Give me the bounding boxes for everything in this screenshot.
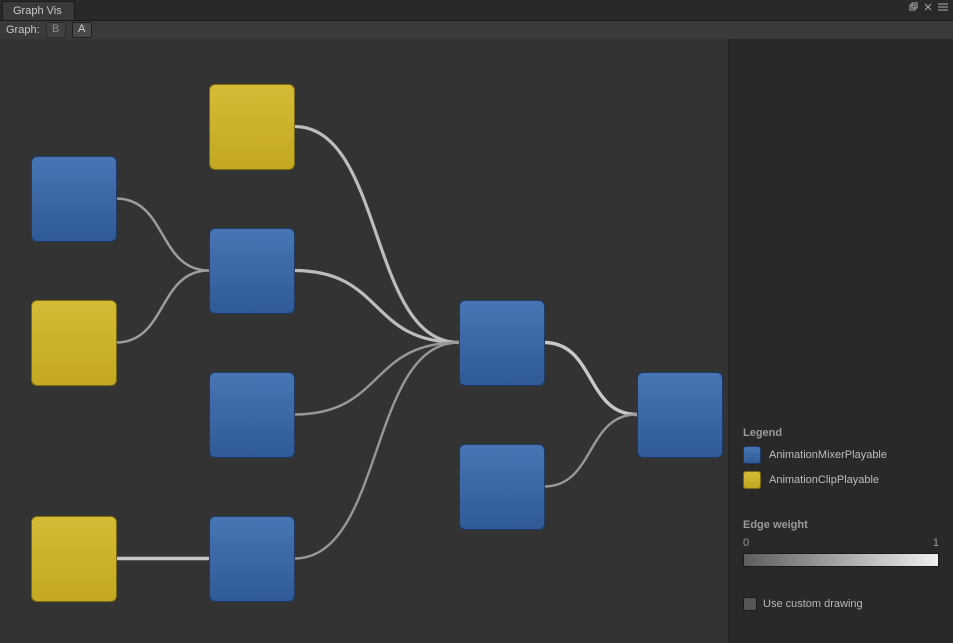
window-controls: [909, 2, 949, 12]
side-panel: Legend AnimationMixerPlayable AnimationC…: [729, 39, 953, 643]
legend-label-clip: AnimationClipPlayable: [769, 474, 879, 486]
graph-node[interactable]: [31, 156, 117, 242]
graph-node[interactable]: [31, 300, 117, 386]
legend-row-clip: AnimationClipPlayable: [743, 471, 939, 489]
graph-select-b-button[interactable]: B: [46, 22, 66, 38]
legend-swatch-blue: [743, 446, 761, 464]
detach-icon[interactable]: [909, 2, 919, 12]
use-custom-drawing-row: Use custom drawing: [743, 597, 939, 611]
legend-title: Legend: [743, 427, 939, 439]
graph-select-a-button[interactable]: A: [72, 22, 92, 38]
graph-vis-window: Graph Vis Graph: B A Legend Animati: [0, 0, 953, 643]
graph-edge: [294, 343, 459, 559]
edge-weight-labels: 0 1: [743, 537, 939, 549]
menu-icon[interactable]: [937, 2, 949, 12]
legend-swatch-yellow: [743, 471, 761, 489]
graph-edge: [116, 271, 209, 343]
tab-bar: Graph Vis: [0, 0, 953, 20]
toolbar-label: Graph:: [6, 24, 40, 36]
graph-node[interactable]: [637, 372, 723, 458]
use-custom-drawing-label: Use custom drawing: [763, 598, 863, 610]
close-icon[interactable]: [923, 2, 933, 12]
graph-edge: [116, 199, 209, 271]
graph-node[interactable]: [459, 444, 545, 530]
legend-row-mixer: AnimationMixerPlayable: [743, 446, 939, 464]
graph-node[interactable]: [209, 84, 295, 170]
edge-weight-min: 0: [743, 537, 749, 549]
content-area: Legend AnimationMixerPlayable AnimationC…: [0, 39, 953, 643]
graph-node[interactable]: [209, 516, 295, 602]
graph-node[interactable]: [459, 300, 545, 386]
edge-weight-max: 1: [933, 537, 939, 549]
graph-edge: [294, 271, 459, 343]
graph-canvas[interactable]: [0, 39, 729, 643]
tab-graph-vis[interactable]: Graph Vis: [2, 1, 75, 20]
graph-node[interactable]: [209, 228, 295, 314]
edge-weight-title: Edge weight: [743, 519, 939, 531]
legend-label-mixer: AnimationMixerPlayable: [769, 449, 887, 461]
use-custom-drawing-checkbox[interactable]: [743, 597, 757, 611]
graph-edge: [544, 343, 637, 415]
graph-edge: [294, 127, 459, 343]
edge-weight-slider[interactable]: [743, 553, 939, 567]
graph-edge: [294, 343, 459, 415]
graph-node[interactable]: [31, 516, 117, 602]
toolbar: Graph: B A: [0, 20, 953, 40]
graph-node[interactable]: [209, 372, 295, 458]
graph-edge: [544, 415, 637, 487]
